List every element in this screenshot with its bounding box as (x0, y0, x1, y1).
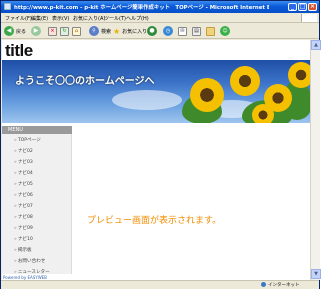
nav-item-02[interactable]: ナビ02 (14, 148, 33, 154)
preview-message: プレビュー画面が表示されます。 (87, 216, 222, 226)
menu-bar: ファイル(F) 編集(E) 表示(V) お気に入り(A) ツール(T) ヘルプ(… (1, 13, 319, 23)
menu-view[interactable]: 表示(V) (52, 15, 69, 22)
page-viewport[interactable]: title ようこそ〇〇のホームページへ MENU TOPページ ナビ02 ナビ… (2, 40, 310, 280)
search-label: 検索 (101, 28, 112, 35)
close-button[interactable]: × (308, 3, 317, 11)
back-button[interactable]: ◀ 戻る (4, 25, 26, 37)
back-label: 戻る (16, 28, 27, 35)
refresh-button[interactable]: ↻ (60, 25, 69, 37)
stop-button[interactable]: × (48, 25, 57, 37)
mail-icon: ✉ (178, 26, 187, 36)
printer-icon: ▤ (192, 26, 201, 36)
minimize-button[interactable]: _ (288, 3, 297, 11)
folder-button[interactable] (206, 25, 215, 37)
scroll-up-arrow-icon[interactable]: ▲ (311, 40, 321, 50)
menu-tools[interactable]: ツール(T) (104, 15, 126, 22)
menu-favorites[interactable]: お気に入り(A) (73, 15, 105, 22)
header-banner: ようこそ〇〇のホームページへ (2, 60, 310, 123)
stop-icon: × (48, 26, 57, 36)
messenger-icon: ☺ (220, 26, 230, 36)
sunflower-icon (252, 104, 274, 123)
title-bar[interactable]: http://www.p-kit.com - p-kit ホームページ簡単作成キ… (1, 1, 319, 13)
status-bar: インターネット (1, 280, 319, 289)
favorites-label: お気に入り (122, 28, 148, 35)
messenger-button[interactable]: ☺ (220, 25, 230, 37)
sunflower-icon (288, 62, 310, 88)
sunflower-icon (190, 78, 224, 112)
maximize-button[interactable]: □ (298, 3, 307, 11)
nav-item-10[interactable]: ナビ10 (14, 236, 33, 242)
back-arrow-icon: ◀ (4, 26, 14, 36)
sunflower-icon (230, 66, 260, 96)
security-zone: インターネット (261, 282, 300, 288)
vertical-scrollbar[interactable]: ▲ ▼ (310, 40, 321, 280)
history-icon: ◷ (163, 26, 173, 36)
search-button[interactable]: ⚲ 検索 (89, 25, 111, 37)
nav-item-05[interactable]: ナビ05 (14, 181, 33, 187)
banner-title: ようこそ〇〇のホームページへ (15, 76, 155, 87)
site-logo: title (5, 41, 33, 60)
star-icon: ★ (113, 26, 121, 36)
windows-logo-icon (301, 14, 317, 22)
favorites-button[interactable]: ★ お気に入り (113, 25, 147, 37)
nav-item-06[interactable]: ナビ06 (14, 192, 33, 198)
menu-help[interactable]: ヘルプ(H) (126, 15, 149, 22)
ie-page-icon (4, 3, 11, 10)
nav-item-contact[interactable]: お問い合わせ (14, 258, 46, 264)
media-icon: ● (147, 26, 157, 36)
forward-arrow-icon: ▶ (31, 26, 41, 36)
media-button[interactable]: ● (147, 25, 157, 37)
menu-edit[interactable]: 編集(E) (31, 15, 48, 22)
mail-button[interactable]: ✉ (178, 25, 187, 37)
refresh-icon: ↻ (60, 26, 69, 36)
folder-icon (206, 26, 215, 36)
menu-file[interactable]: ファイル(F) (5, 15, 32, 22)
nav-item-04[interactable]: ナビ04 (14, 170, 33, 176)
zone-label: インターネット (268, 283, 300, 288)
window-title: http://www.p-kit.com - p-kit ホームページ簡単作成キ… (14, 5, 269, 11)
toolbar: ◀ 戻る ▶ × ↻ ⌂ ⚲ 検索 ★ お気に入り ● ◷ ✉ ▤ ☺ (1, 23, 319, 39)
globe-icon (261, 282, 266, 287)
scroll-down-arrow-icon[interactable]: ▼ (311, 269, 321, 279)
history-button[interactable]: ◷ (163, 25, 173, 37)
forward-button[interactable]: ▶ (31, 25, 41, 37)
nav-item-03[interactable]: ナビ03 (14, 159, 33, 165)
home-icon: ⌂ (72, 26, 81, 36)
web-page: title ようこそ〇〇のホームページへ MENU TOPページ ナビ02 ナビ… (2, 40, 310, 280)
side-nav: TOPページ ナビ02 ナビ03 ナビ04 ナビ05 ナビ06 ナビ07 ナビ0… (2, 134, 72, 275)
nav-item-07[interactable]: ナビ07 (14, 203, 33, 209)
nav-item-08[interactable]: ナビ08 (14, 214, 33, 220)
search-icon: ⚲ (89, 26, 99, 36)
nav-item-top[interactable]: TOPページ (14, 137, 41, 143)
cloud-shape (112, 90, 182, 110)
nav-header: MENU (2, 126, 72, 134)
nav-item-bbs[interactable]: 掲示板 (14, 247, 32, 253)
browser-window: http://www.p-kit.com - p-kit ホームページ簡単作成キ… (0, 0, 321, 289)
home-button[interactable]: ⌂ (72, 25, 81, 37)
nav-item-09[interactable]: ナビ09 (14, 225, 33, 231)
print-toolbar-button[interactable]: ▤ (192, 25, 201, 37)
